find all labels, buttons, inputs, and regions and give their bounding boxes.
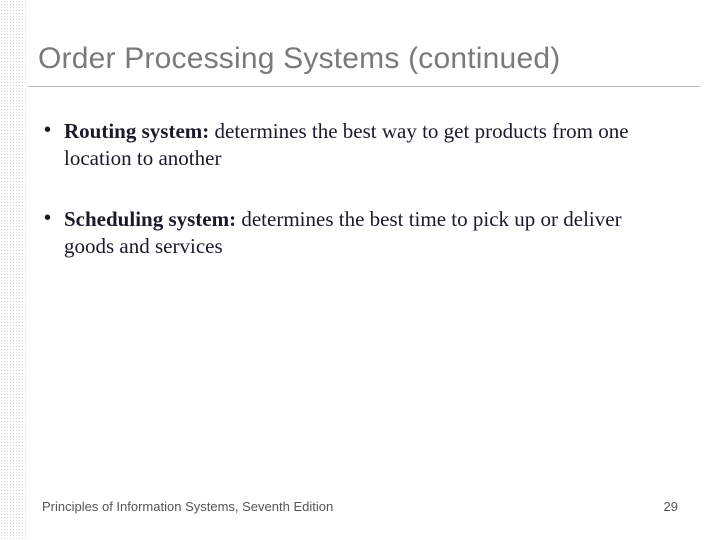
bullet-term: Scheduling system: xyxy=(64,207,236,231)
bullet-item: • Routing system: determines the best wa… xyxy=(42,118,675,172)
bullet-text: Routing system: determines the best way … xyxy=(64,118,675,172)
slide-body: • Routing system: determines the best wa… xyxy=(42,118,675,294)
footer-source: Principles of Information Systems, Seven… xyxy=(42,499,333,514)
footer-page-number: 29 xyxy=(664,499,678,514)
bullet-marker: • xyxy=(42,206,64,232)
bullet-marker: • xyxy=(42,118,64,144)
bullet-term: Routing system: xyxy=(64,119,209,143)
bullet-text: Scheduling system: determines the best t… xyxy=(64,206,675,260)
slide-title: Order Processing Systems (continued) xyxy=(38,42,682,76)
bullet-item: • Scheduling system: determines the best… xyxy=(42,206,675,260)
title-underline xyxy=(28,86,700,87)
slide: Order Processing Systems (continued) • R… xyxy=(0,0,720,540)
slide-footer: Principles of Information Systems, Seven… xyxy=(42,499,678,514)
left-dot-pattern xyxy=(0,0,28,540)
